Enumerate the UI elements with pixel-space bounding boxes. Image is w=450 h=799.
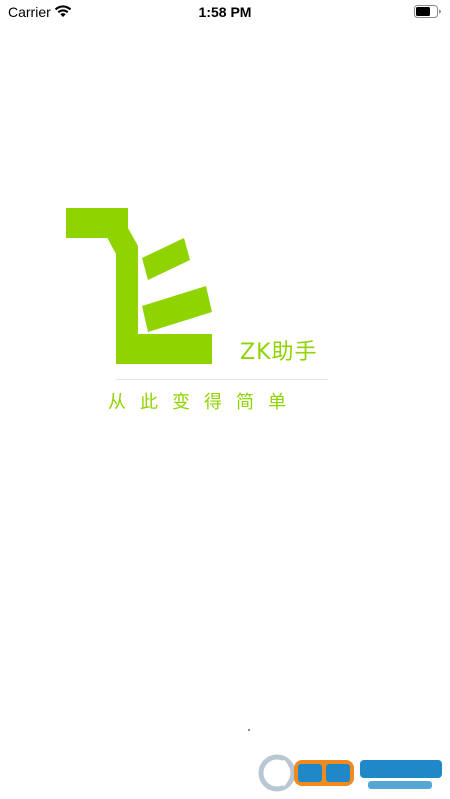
brand-name: ZK助手 <box>240 340 318 365</box>
logo-upper-wing <box>142 238 190 280</box>
splash-screen: Carrier 1:58 PM ZK助手 从此变得简单 <box>0 0 450 799</box>
battery-icon <box>414 5 441 18</box>
logo-vertical-stroke <box>102 228 138 336</box>
slogan: 从此变得简单 <box>108 392 300 413</box>
divider <box>116 379 328 380</box>
status-bar: Carrier 1:58 PM <box>0 0 450 24</box>
status-time: 1:58 PM <box>198 4 252 20</box>
logo-lower-wing <box>142 286 212 332</box>
logo-bottom-bar <box>116 334 212 364</box>
cr173-watermark-logo <box>258 754 442 792</box>
fei-logo-icon <box>66 208 212 364</box>
loading-dot <box>248 729 250 731</box>
